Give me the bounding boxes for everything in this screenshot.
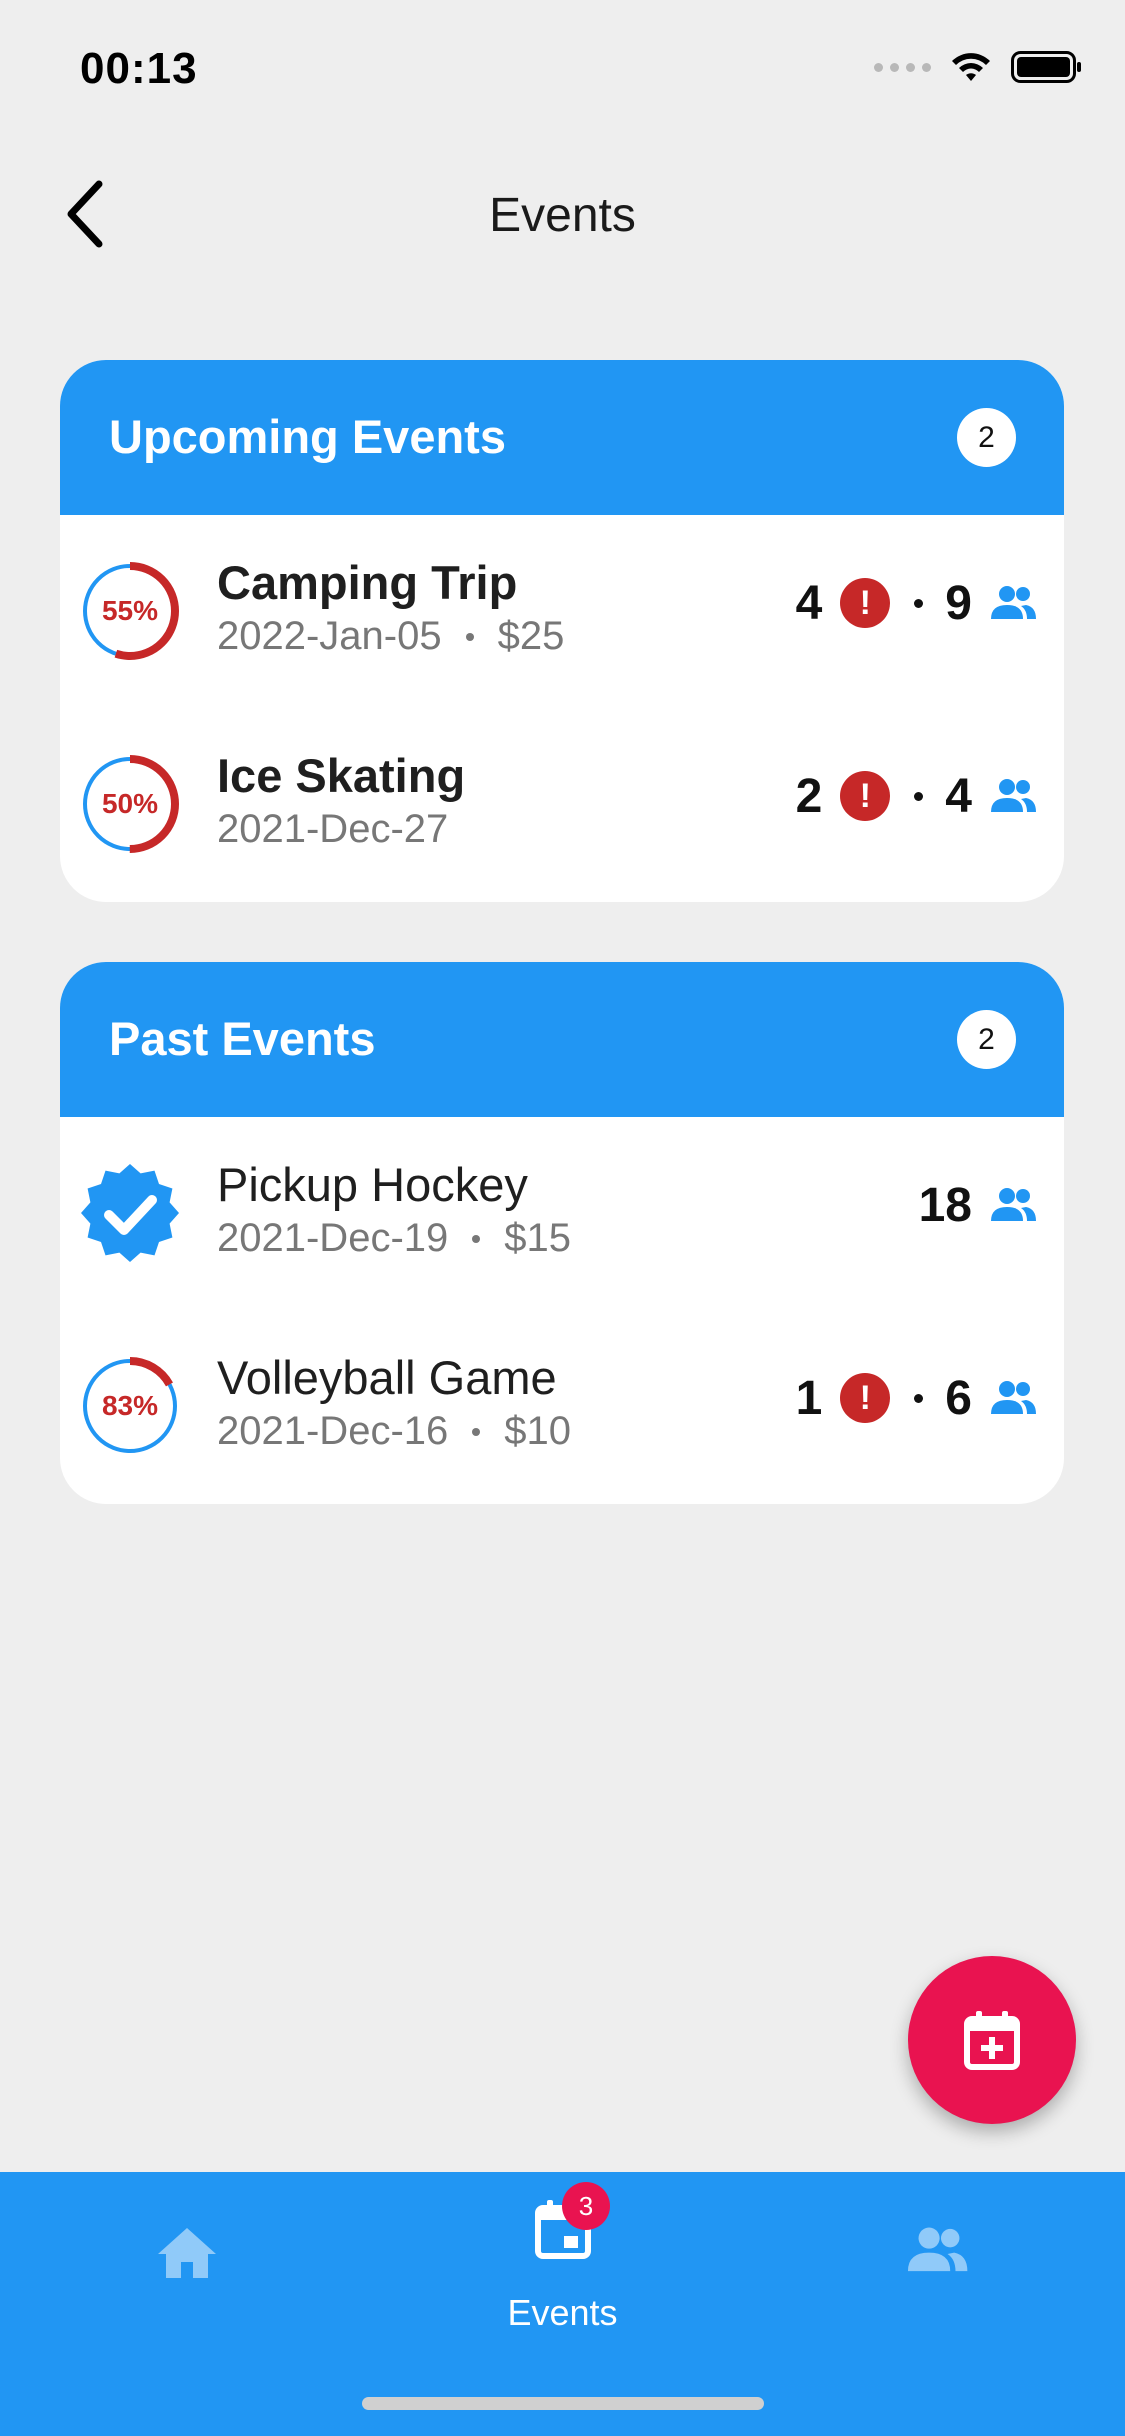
event-row-pickup-hockey[interactable]: Pickup Hockey 2021-Dec-19 $15 18 (60, 1117, 1064, 1310)
count-badge: 2 (957, 408, 1016, 467)
people-icon (907, 2227, 968, 2272)
event-meta: 2021-Dec-16 $10 (217, 1409, 571, 1454)
status-time: 00:13 (80, 44, 198, 93)
event-date: 2021-Dec-19 (217, 1216, 449, 1260)
alert-icon: ! (840, 771, 891, 821)
tab-label: Events (507, 2292, 618, 2333)
alert-count: 4 (795, 576, 823, 630)
event-stats: 18 (919, 1175, 1038, 1235)
event-row-ice-skating[interactable]: 50% Ice Skating 2021-Dec-27 2 ! 4 (60, 708, 1064, 901)
tab-events[interactable]: 3 Events (375, 2172, 750, 2352)
attendee-count: 18 (918, 1178, 972, 1232)
event-stats: 4 ! 9 (796, 573, 1038, 633)
card-header: Past Events 2 (60, 962, 1064, 1117)
alert-count: 2 (795, 769, 823, 823)
people-icon (988, 585, 1038, 621)
verified-icon (81, 1164, 179, 1262)
alert-count: 1 (795, 1371, 823, 1425)
meta-separator (472, 1427, 481, 1436)
nav-bar: Events (0, 160, 1125, 270)
event-date: 2022-Jan-05 (217, 614, 442, 658)
meta-separator (465, 632, 474, 641)
event-name: Pickup Hockey (217, 1158, 528, 1211)
card-title: Upcoming Events (109, 410, 506, 463)
event-meta: 2021-Dec-27 (217, 807, 448, 852)
event-meta: 2021-Dec-19 $15 (217, 1216, 571, 1261)
stat-separator (914, 791, 924, 801)
tab-badge: 3 (562, 2182, 610, 2230)
attendee-count: 6 (945, 1371, 972, 1425)
attendee-count: 9 (945, 576, 972, 630)
alert-icon: ! (840, 578, 891, 628)
count-badge: 2 (957, 1010, 1016, 1069)
people-icon (988, 1380, 1038, 1416)
people-icon (988, 1187, 1038, 1223)
progress-label: 83% (101, 1390, 159, 1421)
event-name: Ice Skating (217, 749, 466, 802)
status-bar: 00:13 (0, 0, 1125, 135)
event-name: Camping Trip (217, 556, 518, 609)
meta-separator (472, 1234, 481, 1243)
event-meta: 2022-Jan-05 $25 (217, 614, 564, 659)
event-price: $25 (497, 614, 565, 658)
wifi-icon (952, 53, 990, 81)
battery-icon (1011, 51, 1081, 83)
event-row-camping-trip[interactable]: 55% Camping Trip 2022-Jan-05 $25 4 ! 9 (60, 515, 1064, 708)
tab-home[interactable] (0, 2172, 375, 2352)
card-header: Upcoming Events 2 (60, 360, 1064, 515)
progress-ring: 55% (80, 561, 180, 661)
add-event-button[interactable] (908, 1956, 1076, 2124)
people-icon (988, 778, 1038, 814)
tab-people[interactable] (750, 2172, 1125, 2352)
upcoming-events-card: Upcoming Events 2 55% Camping Trip 2022-… (60, 360, 1064, 902)
cellular-signal-icon (874, 62, 931, 72)
card-title: Past Events (109, 1012, 376, 1065)
progress-label: 50% (101, 788, 159, 819)
home-icon (158, 2228, 216, 2278)
alert-icon: ! (840, 1373, 891, 1423)
past-events-card: Past Events 2 Pickup Hockey 2021-Dec-19 … (60, 962, 1064, 1504)
home-indicator (362, 2397, 764, 2410)
stat-separator (914, 1393, 924, 1403)
event-name: Volleyball Game (217, 1351, 557, 1404)
progress-ring: 50% (80, 754, 180, 854)
event-stats: 2 ! 4 (796, 766, 1038, 826)
calendar-plus-icon (964, 2011, 1020, 2070)
event-date: 2021-Dec-27 (217, 807, 449, 851)
event-date: 2021-Dec-16 (217, 1409, 449, 1453)
progress-ring: 83% (80, 1356, 180, 1456)
attendee-count: 4 (945, 769, 972, 823)
stat-separator (914, 598, 924, 608)
event-price: $10 (504, 1409, 571, 1453)
event-price: $15 (504, 1216, 571, 1260)
event-stats: 1 ! 6 (796, 1368, 1038, 1428)
status-icons (874, 50, 1083, 84)
progress-label: 55% (101, 595, 159, 626)
page-title: Events (489, 189, 636, 242)
event-row-volleyball-game[interactable]: 83% Volleyball Game 2021-Dec-16 $10 1 ! … (60, 1310, 1064, 1503)
